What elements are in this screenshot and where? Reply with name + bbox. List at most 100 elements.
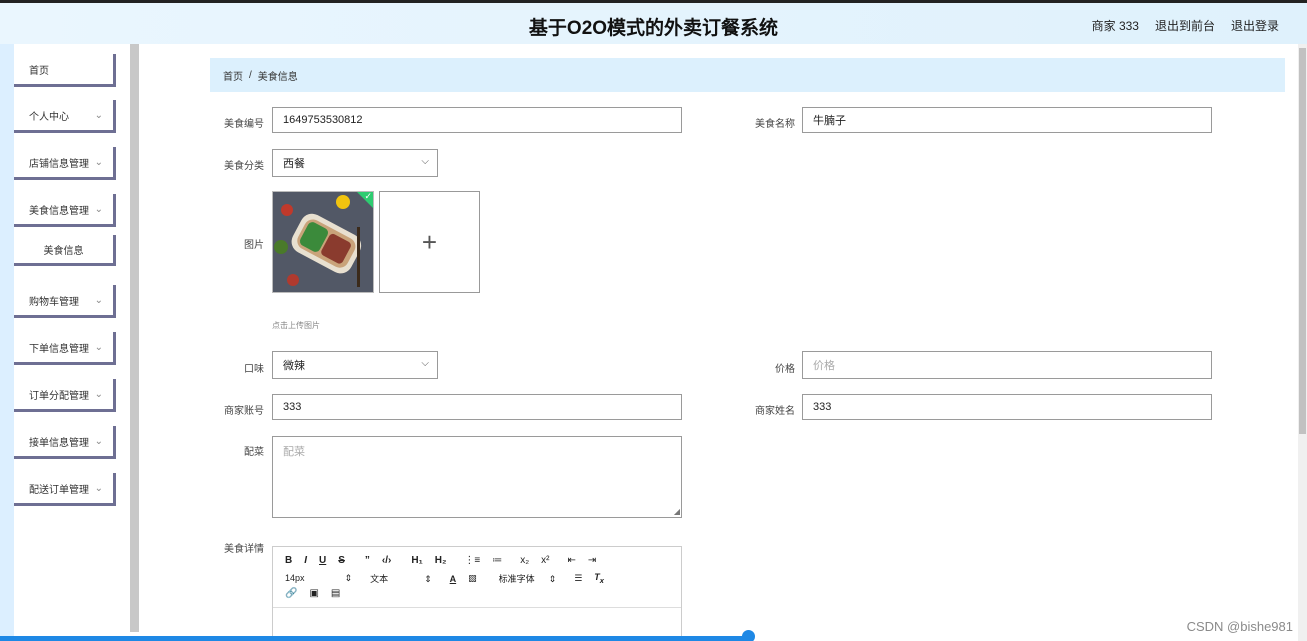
chevron-down-icon: ⌄	[94, 157, 103, 168]
editor-toolbar-row-1: B I U S ” ‹/› H₁ H₂ ⋮≡ ≔ x₂ x² ⇤ ⇥	[285, 555, 596, 566]
chevron-down-icon: ⌄	[94, 436, 103, 447]
editor-toolbar-row-2: 14px ⇕ 文本 ⇕ A ▧ 标准字体 ⇕ ☰ Tx	[285, 572, 604, 585]
food-name-label: 美食名称	[755, 119, 795, 130]
current-user-label: 商家 333	[1091, 19, 1139, 33]
side-dish-textarea[interactable]: 配菜 ◢	[272, 436, 682, 518]
merchant-account-field[interactable]: 333	[272, 394, 682, 420]
bullet-list-button[interactable]: ≔	[492, 555, 502, 566]
sidebar-accent	[0, 44, 14, 641]
link-icon[interactable]: 🔗	[285, 588, 297, 599]
horizontal-scroll-thumb[interactable]	[742, 630, 755, 641]
taste-label: 口味	[244, 364, 264, 375]
h1-button[interactable]: H₁	[411, 555, 422, 566]
watermark-text: CSDN @bishe981	[1186, 619, 1293, 634]
chevron-down-icon: ⌵	[421, 358, 429, 369]
outdent-button[interactable]: ⇤	[567, 555, 575, 566]
quote-button[interactable]: ”	[365, 555, 370, 566]
breadcrumb-separator: /	[249, 69, 252, 81]
category-select[interactable]: 西餐 ⌵	[272, 149, 438, 177]
sidebar-item-label: 下单信息管理	[29, 343, 89, 355]
chevron-down-icon: ⌄	[94, 295, 103, 306]
text-type-select[interactable]: 文本 ⇕	[370, 572, 432, 585]
font-family-value: 标准字体	[498, 574, 535, 584]
sidebar-item-food-info[interactable]: 美食信息管理 ⌄	[14, 194, 116, 227]
background-color-icon[interactable]: ▧	[468, 573, 477, 584]
sidebar-item-home[interactable]: 首页	[14, 54, 116, 87]
sidebar: 首页 个人中心 ⌄ 店铺信息管理 ⌄ 美食信息管理 ⌄ 美食信息 购物车管理 ⌄ 下单信…	[0, 44, 130, 641]
category-value: 西餐	[283, 158, 305, 170]
logout-link[interactable]: 退出登录	[1231, 17, 1279, 34]
header-links: 商家 333 退出到前台 退出登录	[1092, 17, 1279, 34]
font-family-select[interactable]: 标准字体 ⇕	[499, 572, 557, 585]
side-dish-placeholder: 配菜	[283, 446, 305, 458]
sidebar-item-label: 配送订单管理	[29, 484, 89, 496]
upload-image-button[interactable]: +	[379, 191, 480, 293]
category-label: 美食分类	[224, 161, 264, 172]
image-label: 图片	[244, 240, 264, 251]
editor-toolbar-row-3: 🔗 ▣ ▤	[285, 588, 340, 599]
sidebar-item-label: 店铺信息管理	[29, 158, 89, 170]
clear-format-icon[interactable]: Tx	[594, 572, 604, 585]
font-size-value: 14px	[285, 573, 305, 583]
sidebar-item-personal-center[interactable]: 个人中心 ⌄	[14, 100, 116, 133]
updown-icon: ⇕	[548, 574, 557, 584]
code-button[interactable]: ‹/›	[382, 555, 391, 566]
exit-to-front-link[interactable]: 退出到前台	[1155, 17, 1215, 34]
sidebar-subitem-food-info[interactable]: 美食信息	[14, 235, 116, 266]
check-icon: ✓	[364, 191, 372, 201]
ordered-list-button[interactable]: ⋮≡	[464, 555, 480, 566]
breadcrumb-current: 美食信息	[257, 71, 298, 83]
video-icon[interactable]: ▤	[331, 588, 340, 599]
sidebar-item-order-info[interactable]: 下单信息管理 ⌄	[14, 332, 116, 365]
sidebar-item-accept-order[interactable]: 接单信息管理 ⌄	[14, 426, 116, 459]
upload-hint-text: 点击上传图片	[272, 321, 320, 330]
font-size-select[interactable]: 14px ⇕	[285, 573, 352, 584]
sidebar-item-order-assign[interactable]: 订单分配管理 ⌄	[14, 379, 116, 412]
align-icon[interactable]: ☰	[574, 573, 582, 584]
chevron-down-icon: ⌄	[94, 110, 103, 121]
superscript-button[interactable]: x²	[541, 555, 549, 566]
updown-icon: ⇕	[344, 573, 353, 583]
sidebar-subitem-label: 美食信息	[43, 245, 84, 257]
sidebar-item-cart[interactable]: 购物车管理 ⌄	[14, 285, 116, 318]
page-scrollbar-thumb[interactable]	[1299, 48, 1306, 434]
chevron-down-icon: ⌄	[94, 342, 103, 353]
sidebar-item-label: 首页	[29, 65, 49, 77]
merchant-name-field[interactable]: 333	[802, 394, 1212, 420]
resize-handle-icon[interactable]: ◢	[674, 507, 680, 516]
sidebar-item-shop-info[interactable]: 店铺信息管理 ⌄	[14, 147, 116, 180]
indent-button[interactable]: ⇥	[588, 555, 596, 566]
text-type-value: 文本	[370, 574, 389, 584]
food-name-field[interactable]: 牛腩子	[802, 107, 1212, 133]
plus-icon: +	[421, 226, 438, 257]
image-icon[interactable]: ▣	[309, 588, 318, 599]
sidebar-item-label: 订单分配管理	[29, 390, 89, 402]
rich-text-editor[interactable]: B I U S ” ‹/› H₁ H₂ ⋮≡ ≔ x₂ x² ⇤ ⇥ 14px ⇕…	[272, 546, 682, 641]
food-id-field[interactable]: 1649753530812	[272, 107, 682, 133]
chevron-down-icon: ⌵	[421, 156, 429, 167]
food-image-thumbnail[interactable]: ✓	[272, 191, 374, 293]
breadcrumb: 首页 / 美食信息	[210, 58, 1285, 92]
taste-select[interactable]: 微辣 ⌵	[272, 351, 438, 379]
h2-button[interactable]: H₂	[435, 555, 447, 566]
horizontal-scrollbar[interactable]	[0, 636, 750, 641]
bold-button[interactable]: B	[285, 555, 292, 566]
price-field[interactable]: 价格	[802, 351, 1212, 379]
font-color-icon[interactable]: A	[450, 574, 457, 584]
taste-value: 微辣	[283, 360, 305, 372]
breadcrumb-home[interactable]: 首页	[223, 68, 243, 83]
page-scrollbar[interactable]	[1298, 44, 1307, 641]
app-header: 基于O2O模式的外卖订餐系统 商家 333 退出到前台 退出登录	[0, 3, 1307, 44]
subscript-button[interactable]: x₂	[520, 555, 529, 566]
chevron-down-icon: ⌄	[94, 483, 103, 494]
underline-button[interactable]: U	[319, 555, 326, 566]
details-label: 美食详情	[224, 544, 264, 555]
merchant-account-label: 商家账号	[224, 406, 264, 417]
sidebar-item-label: 购物车管理	[29, 296, 79, 308]
sidebar-item-label: 个人中心	[29, 111, 69, 123]
side-dish-label: 配菜	[244, 447, 264, 458]
strike-button[interactable]: S	[338, 555, 345, 566]
italic-button[interactable]: I	[304, 555, 307, 566]
sidebar-scrollbar[interactable]	[130, 44, 139, 632]
sidebar-item-delivery[interactable]: 配送订单管理 ⌄	[14, 473, 116, 506]
